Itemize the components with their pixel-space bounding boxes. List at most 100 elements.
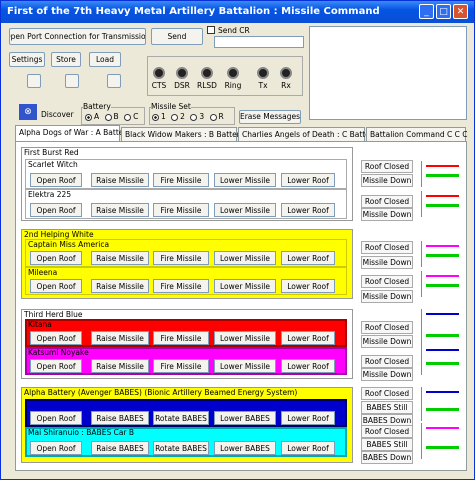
battery-label: Battery: [83, 102, 111, 111]
group-title: Third Herd Blue: [24, 310, 83, 319]
fire-missile-button[interactable]: Fire Missile: [153, 331, 209, 345]
unit-name: Captain Miss America: [28, 240, 110, 249]
send-input[interactable]: [214, 36, 304, 48]
led-label: Ring: [224, 81, 242, 90]
raise-missile-button[interactable]: Raise Missile: [91, 251, 149, 265]
lower-missile-button[interactable]: Lower Missile: [214, 203, 276, 217]
lower-roof-button[interactable]: Lower Roof: [281, 251, 335, 265]
led-label: DSR: [174, 81, 190, 90]
roof-bar: [426, 275, 459, 277]
open-roof-button[interactable]: Open Roof: [30, 411, 82, 425]
raise-missile-button[interactable]: Raise Missile: [91, 359, 149, 373]
lower-roof-button[interactable]: Lower Roof: [281, 203, 335, 217]
led-rx-icon: [280, 67, 292, 79]
led-label: CTS: [151, 81, 167, 90]
maximize-icon[interactable]: □: [436, 4, 451, 19]
tab-battalion-command[interactable]: Battalion Command C C C: [366, 127, 468, 141]
lower-roof-button[interactable]: Lower Roof: [281, 173, 335, 187]
battery-radio-c[interactable]: [124, 113, 132, 121]
open-roof-button[interactable]: Open Roof: [30, 173, 82, 187]
missile-set-radio-3[interactable]: [190, 113, 198, 121]
discover-label: Discover: [41, 110, 74, 119]
open-roof-button[interactable]: Open Roof: [30, 251, 82, 265]
fire-missile-button[interactable]: Fire Missile: [153, 251, 209, 265]
tab-b-battery[interactable]: Black Widow Makers : B Battery: [121, 127, 244, 141]
messages-textarea[interactable]: [309, 26, 467, 120]
battery-radio-a[interactable]: [85, 113, 92, 121]
missile-set-options: 1 2 3 R: [152, 112, 224, 121]
raise-missile-button[interactable]: Raise Missile: [91, 279, 149, 293]
title-bar[interactable]: First of the 7th Heavy Metal Artillery B…: [1, 1, 474, 23]
erase-messages-button[interactable]: Erase Messages: [239, 110, 301, 124]
lower-babes-button[interactable]: Lower BABES: [214, 411, 276, 425]
close-icon[interactable]: ✕: [453, 4, 468, 19]
lower-missile-button[interactable]: Lower Missile: [214, 279, 276, 293]
status-badge: Roof Closed: [361, 425, 413, 438]
status-badge: Roof Closed: [361, 387, 413, 400]
silo-visual: [421, 241, 461, 267]
battery-radio-b[interactable]: [104, 113, 112, 121]
open-roof-button[interactable]: Open Roof: [30, 331, 82, 345]
open-roof-button[interactable]: Open Roof: [30, 203, 82, 217]
group-title: Alpha Battery (Avenger BABES) (Bionic Ar…: [24, 388, 298, 397]
lower-roof-button[interactable]: Lower Roof: [281, 441, 335, 455]
fire-missile-button[interactable]: Fire Missile: [153, 359, 209, 373]
open-port-button[interactable]: Open Port Connection for Transmission: [9, 28, 146, 45]
send-cr-checkbox[interactable]: [207, 26, 215, 34]
lower-missile-button[interactable]: Lower Missile: [214, 359, 276, 373]
unit-name: Elektra 225: [28, 190, 72, 199]
lower-missile-button[interactable]: Lower Missile: [214, 251, 276, 265]
roof-bar: [426, 165, 459, 167]
raise-babes-button[interactable]: Raise BABES: [91, 441, 149, 455]
status-badge: Missile Down: [361, 290, 413, 303]
roof-bar: [426, 195, 459, 197]
store-indicator[interactable]: [65, 74, 79, 88]
lower-roof-button[interactable]: Lower Roof: [281, 331, 335, 345]
minimize-icon[interactable]: _: [419, 4, 434, 19]
load-indicator[interactable]: [107, 74, 121, 88]
store-button[interactable]: Store: [51, 52, 81, 67]
open-roof-button[interactable]: Open Roof: [30, 279, 82, 293]
ground-bar: [426, 362, 459, 365]
lower-babes-button[interactable]: Lower BABES: [214, 441, 276, 455]
lower-roof-button[interactable]: Lower Roof: [281, 411, 335, 425]
unit-name: Mileena: [28, 268, 58, 277]
raise-missile-button[interactable]: Raise Missile: [91, 173, 149, 187]
open-roof-button[interactable]: Open Roof: [30, 441, 82, 455]
group-title: 2nd Helping White: [24, 230, 94, 239]
satellite-icon[interactable]: ⊗: [19, 104, 37, 120]
rotate-babes-button[interactable]: Rotate BABES: [153, 441, 209, 455]
settings-button[interactable]: Settings: [9, 52, 45, 67]
missile-set-radio-1[interactable]: [152, 113, 159, 121]
rotate-babes-button[interactable]: Rotate BABES: [153, 411, 209, 425]
fire-missile-button[interactable]: Fire Missile: [153, 173, 209, 187]
tab-c-battery[interactable]: Charlies Angels of Death : C Battery: [238, 127, 377, 141]
raise-missile-button[interactable]: Raise Missile: [91, 203, 149, 217]
tab-a-battery[interactable]: Alpha Dogs of War : A Battery: [15, 125, 131, 142]
load-button[interactable]: Load: [89, 52, 121, 67]
missile-set-radio-2[interactable]: [171, 113, 179, 121]
status-badge: BABES Still: [361, 438, 413, 451]
status-badge: Missile Down: [361, 335, 413, 348]
silo-visual: [421, 161, 461, 187]
app-window: First of the 7th Heavy Metal Artillery B…: [0, 0, 475, 480]
roof-bar: [426, 349, 459, 351]
lower-roof-button[interactable]: Lower Roof: [281, 359, 335, 373]
roof-bar: [426, 245, 459, 247]
send-cr-label: Send CR: [218, 26, 250, 35]
lower-missile-button[interactable]: Lower Missile: [214, 331, 276, 345]
ground-bar: [426, 334, 459, 337]
raise-missile-button[interactable]: Raise Missile: [91, 331, 149, 345]
fire-missile-button[interactable]: Fire Missile: [153, 279, 209, 293]
lower-missile-button[interactable]: Lower Missile: [214, 173, 276, 187]
led-label: Tx: [258, 81, 268, 90]
send-button[interactable]: Send: [151, 28, 203, 45]
fire-missile-button[interactable]: Fire Missile: [153, 203, 209, 217]
silo-visual: [421, 387, 461, 421]
missile-set-radio-r[interactable]: [209, 113, 217, 121]
settings-indicator[interactable]: [27, 74, 41, 88]
window-title: First of the 7th Heavy Metal Artillery B…: [7, 6, 380, 17]
open-roof-button[interactable]: Open Roof: [30, 359, 82, 373]
raise-babes-button[interactable]: Raise BABES: [91, 411, 149, 425]
lower-roof-button[interactable]: Lower Roof: [281, 279, 335, 293]
